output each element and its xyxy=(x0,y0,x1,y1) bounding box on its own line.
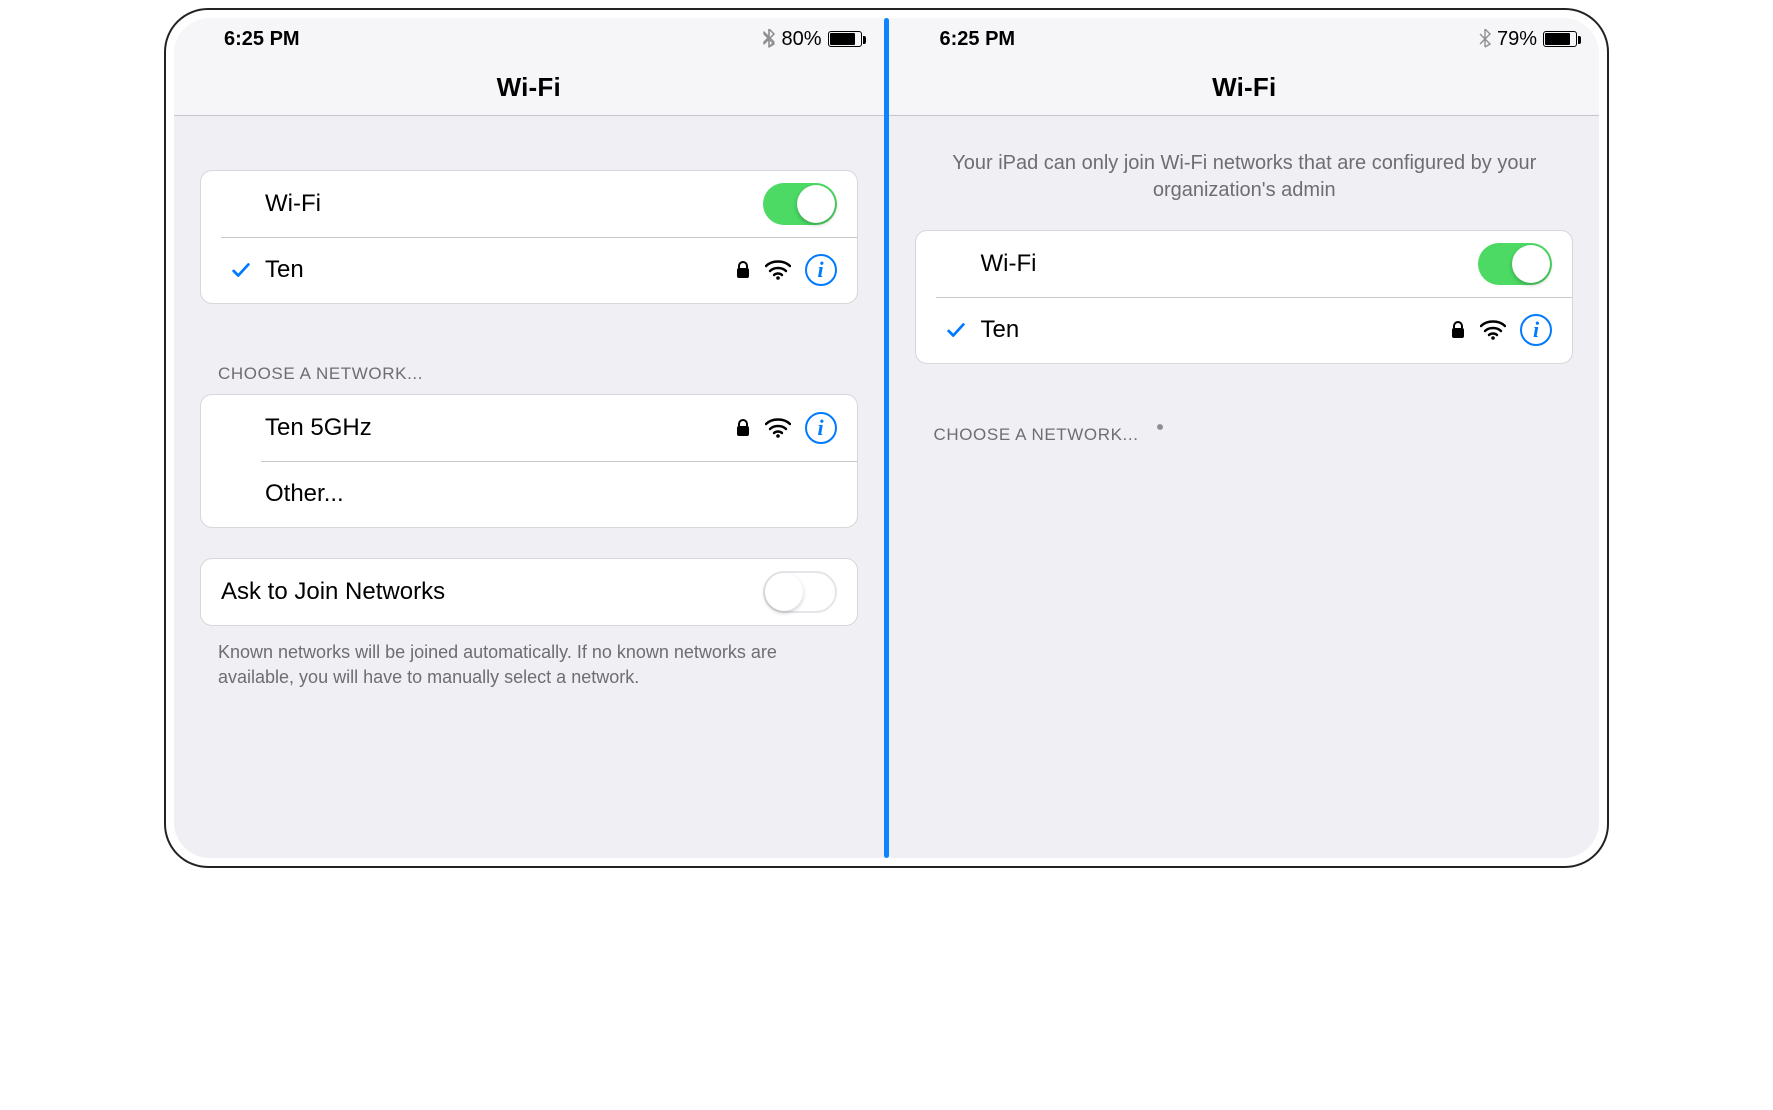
status-time: 6:25 PM xyxy=(196,28,300,51)
status-time: 6:25 PM xyxy=(911,28,1015,51)
pane-right: 6:25 PM 79% Wi-Fi Your iPad can only joi… xyxy=(889,18,1599,858)
battery-percent: 80% xyxy=(781,28,821,51)
battery-icon xyxy=(828,31,862,47)
available-networks-group: Ten 5GHz i Other... xyxy=(200,394,858,528)
ask-to-join-group: Ask to Join Networks xyxy=(200,558,858,626)
status-bar: 6:25 PM 79% xyxy=(889,18,1599,60)
other-network-label: Other... xyxy=(261,480,837,508)
page-title: Wi-Fi xyxy=(1212,72,1276,103)
connected-network-name: Ten xyxy=(976,316,1450,344)
battery-percent: 79% xyxy=(1497,28,1537,51)
bluetooth-icon xyxy=(763,29,775,49)
spinner-icon xyxy=(1149,424,1171,446)
network-name: Ten 5GHz xyxy=(261,414,735,442)
connected-network-name: Ten xyxy=(261,256,735,284)
ask-to-join-footer: Known networks will be joined automatica… xyxy=(174,626,884,690)
ask-to-join-toggle[interactable] xyxy=(763,571,837,613)
wifi-toggle-row[interactable]: Wi-Fi xyxy=(916,231,1572,297)
choose-network-header: CHOOSE A NETWORK... xyxy=(174,334,884,394)
lock-icon xyxy=(735,260,751,280)
info-icon[interactable]: i xyxy=(805,254,837,286)
lock-icon xyxy=(1450,320,1466,340)
wifi-signal-icon xyxy=(1480,320,1506,340)
wifi-group: Wi-Fi Ten xyxy=(200,170,858,304)
wifi-signal-icon xyxy=(765,418,791,438)
status-bar: 6:25 PM 80% xyxy=(174,18,884,60)
checkmark-icon xyxy=(230,259,252,281)
wifi-toggle-row[interactable]: Wi-Fi xyxy=(201,171,857,237)
wifi-group: Wi-Fi Ten xyxy=(915,230,1573,364)
wifi-signal-icon xyxy=(765,260,791,280)
pane-left: 6:25 PM 80% Wi-Fi Wi-Fi xyxy=(174,18,884,858)
other-network-row[interactable]: Other... xyxy=(201,461,857,527)
choose-network-header: CHOOSE A NETWORK... xyxy=(889,394,1599,456)
ask-to-join-label: Ask to Join Networks xyxy=(221,578,763,606)
wifi-toggle-label: Wi-Fi xyxy=(976,250,1478,278)
wifi-toggle[interactable] xyxy=(1478,243,1552,285)
info-icon[interactable]: i xyxy=(805,412,837,444)
wifi-toggle[interactable] xyxy=(763,183,837,225)
restriction-message: Your iPad can only join Wi-Fi networks t… xyxy=(889,140,1599,230)
wifi-toggle-label: Wi-Fi xyxy=(261,190,763,218)
info-icon[interactable]: i xyxy=(1520,314,1552,346)
connected-network-row[interactable]: Ten i xyxy=(916,297,1572,363)
bluetooth-icon xyxy=(1479,29,1491,49)
lock-icon xyxy=(735,418,751,438)
connected-network-row[interactable]: Ten i xyxy=(201,237,857,303)
device-frame: 6:25 PM 80% Wi-Fi Wi-Fi xyxy=(164,8,1609,868)
checkmark-icon xyxy=(945,319,967,341)
ask-to-join-row[interactable]: Ask to Join Networks xyxy=(201,559,857,625)
battery-icon xyxy=(1543,31,1577,47)
nav-bar: Wi-Fi xyxy=(174,60,884,116)
page-title: Wi-Fi xyxy=(497,72,561,103)
nav-bar: Wi-Fi xyxy=(889,60,1599,116)
network-row[interactable]: Ten 5GHz i xyxy=(201,395,857,461)
